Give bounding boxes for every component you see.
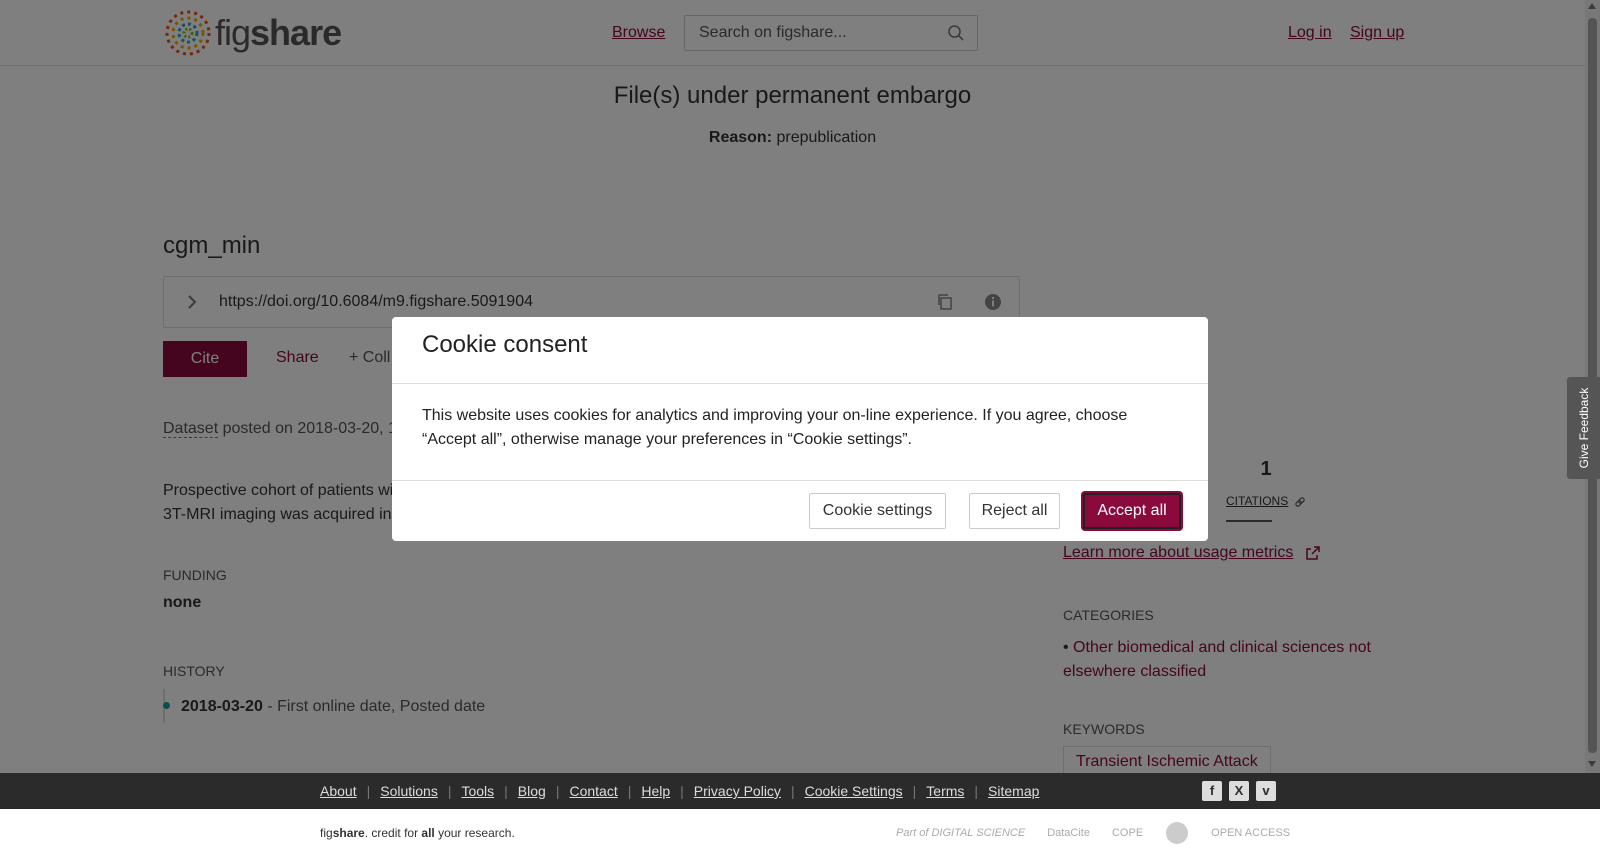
modal-header: Cookie consent [392, 317, 1208, 384]
footer-link-help[interactable]: Help [641, 783, 670, 799]
separator: | [790, 783, 795, 799]
footer-bottom: figshare. credit for all your research. … [0, 809, 1600, 857]
cope-logo[interactable]: COPE [1112, 827, 1143, 839]
separator: | [912, 783, 917, 799]
footer-tagline: figshare. credit for all your research. [320, 826, 515, 840]
separator: | [627, 783, 632, 799]
digital-science-logo[interactable]: Part of DIGITAL SCIENCE [896, 827, 1025, 839]
open-access-logo[interactable]: OPEN ACCESS [1211, 827, 1290, 839]
footer-nav: About | Solutions | Tools | Blog | Contact | … [0, 773, 1600, 809]
footer-link-sitemap[interactable]: Sitemap [988, 783, 1039, 799]
partner-logos: Part of DIGITAL SCIENCE DataCite COPE OP… [896, 821, 1290, 845]
footer-links: About | Solutions | Tools | Blog | Contact | … [320, 783, 1039, 799]
footer-link-privacy[interactable]: Privacy Policy [694, 783, 781, 799]
cookie-consent-dialog: Cookie consent This website uses cookies… [392, 317, 1208, 541]
cookie-settings-button[interactable]: Cookie settings [809, 493, 946, 529]
separator: | [447, 783, 452, 799]
footer-link-blog[interactable]: Blog [518, 783, 546, 799]
separator: | [680, 783, 684, 799]
reject-all-button[interactable]: Reject all [969, 493, 1060, 529]
footer-link-terms[interactable]: Terms [926, 783, 964, 799]
modal-body: This website uses cookies for analytics … [392, 384, 1208, 481]
separator: | [504, 783, 508, 799]
globe-badge-icon[interactable] [1165, 821, 1189, 845]
footer-link-about[interactable]: About [320, 783, 357, 799]
vimeo-icon[interactable]: v [1256, 781, 1276, 801]
footer-link-contact[interactable]: Contact [569, 783, 617, 799]
x-twitter-icon[interactable]: X [1229, 781, 1249, 801]
separator: | [366, 783, 371, 799]
accept-all-button[interactable]: Accept all [1083, 493, 1181, 529]
separator: | [974, 783, 979, 799]
give-feedback-tab[interactable]: Give Feedback [1567, 377, 1600, 479]
separator: | [555, 783, 560, 799]
footer-link-tools[interactable]: Tools [461, 783, 494, 799]
datacite-logo[interactable]: DataCite [1047, 827, 1090, 839]
modal-footer: Cookie settings Reject all Accept all [392, 481, 1208, 541]
footer-link-cookie-settings[interactable]: Cookie Settings [805, 783, 903, 799]
modal-title: Cookie consent [422, 331, 588, 358]
facebook-icon[interactable]: f [1202, 781, 1222, 801]
footer-link-solutions[interactable]: Solutions [380, 783, 438, 799]
